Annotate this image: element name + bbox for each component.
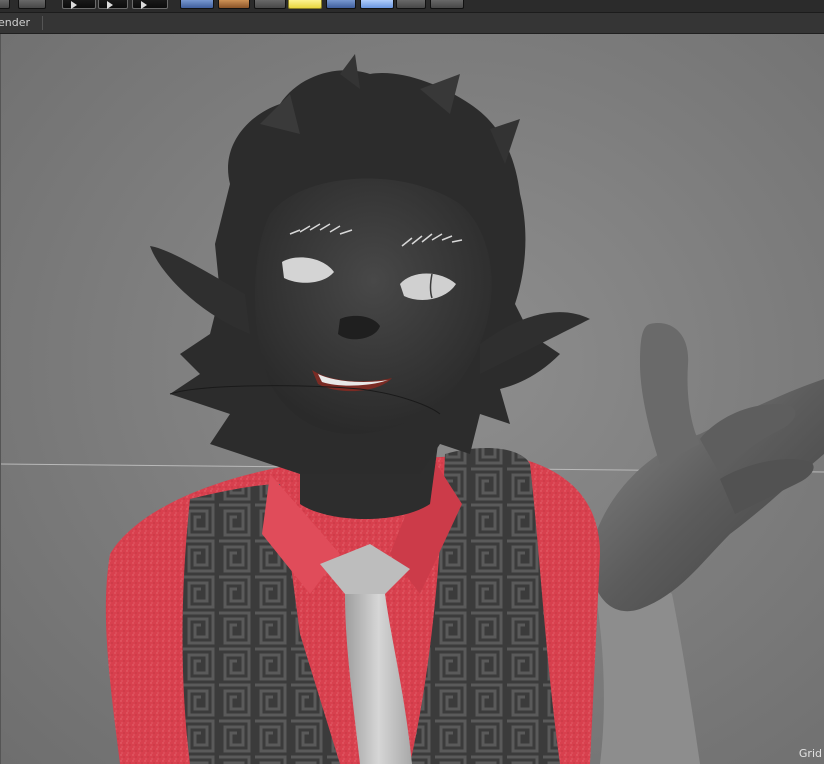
toolbar-button-floor-object[interactable] — [360, 0, 394, 9]
toolbar-button-edit-render-settings[interactable] — [132, 0, 168, 9]
toolbar-button-light[interactable] — [288, 0, 322, 9]
viewport-menubar: ender — [0, 13, 824, 34]
menubar-divider — [42, 16, 43, 30]
main-toolbar — [0, 0, 824, 13]
cinema4d-window: ender Grid — [0, 0, 824, 764]
3d-viewport[interactable]: Grid — [0, 34, 824, 764]
toolbar-button-spline[interactable] — [254, 0, 286, 9]
toolbar-button-subdivision-surface[interactable] — [218, 0, 250, 9]
toolbar-button-cube-primitive[interactable] — [180, 0, 214, 9]
toolbar-button-render-region[interactable] — [0, 0, 10, 9]
toolbar-button-deformer[interactable] — [430, 0, 464, 9]
toolbar-button-render-view[interactable] — [18, 0, 46, 9]
toolbar-button-scene-object[interactable] — [326, 0, 356, 9]
raised-hand — [580, 323, 824, 764]
toolbar-button-camera[interactable] — [396, 0, 426, 9]
toolbar-button-render-active-view[interactable] — [62, 0, 96, 9]
viewport-render — [0, 54, 824, 764]
grid-label: Grid — [798, 747, 822, 760]
render-menu-label[interactable]: ender — [0, 16, 30, 29]
toolbar-button-render-to-picture-viewer[interactable] — [98, 0, 128, 9]
